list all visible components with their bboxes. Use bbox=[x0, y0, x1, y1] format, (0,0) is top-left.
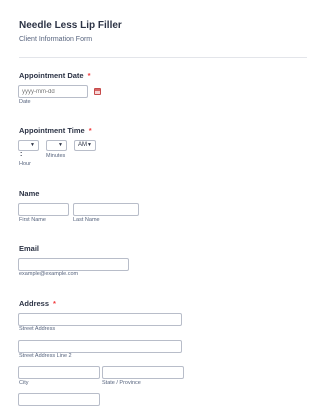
chevron-down-icon: ▼ bbox=[87, 142, 92, 148]
appointment-time-label: Appointment Time * bbox=[19, 126, 92, 135]
street-address-line2-input[interactable] bbox=[18, 340, 182, 353]
first-name-sublabel: First Name bbox=[19, 217, 46, 223]
calendar-icon[interactable] bbox=[94, 88, 101, 95]
state-sublabel: State / Province bbox=[102, 380, 141, 386]
header-divider bbox=[19, 57, 307, 58]
street-address-sublabel: Street Address bbox=[19, 326, 56, 332]
email-input[interactable] bbox=[18, 258, 129, 271]
state-input[interactable] bbox=[102, 366, 184, 379]
time-separator: : bbox=[20, 151, 23, 158]
city-input[interactable] bbox=[18, 366, 100, 379]
hour-sublabel: Hour bbox=[19, 161, 31, 167]
chevron-down-icon: ▼ bbox=[58, 142, 63, 148]
name-label: Name bbox=[19, 189, 40, 198]
required-asterisk: * bbox=[87, 71, 91, 80]
appointment-date-input[interactable] bbox=[18, 85, 88, 98]
address-label: Address * bbox=[19, 299, 56, 308]
ampm-select-value: AM bbox=[78, 142, 87, 148]
date-sublabel: Date bbox=[19, 99, 31, 105]
appointment-date-label: Appointment Date * bbox=[19, 71, 91, 80]
street-address-line2-sublabel: Street Address Line 2 bbox=[19, 353, 72, 359]
required-asterisk: * bbox=[88, 126, 92, 135]
first-name-input[interactable] bbox=[18, 203, 69, 216]
appointment-date-label-text: Appointment Date bbox=[19, 71, 84, 80]
required-asterisk: * bbox=[53, 299, 56, 308]
minutes-sublabel: Minutes bbox=[46, 153, 66, 159]
street-address-input[interactable] bbox=[18, 313, 182, 326]
last-name-sublabel: Last Name bbox=[73, 217, 100, 223]
form-title: Needle Less Lip Filler bbox=[19, 20, 122, 31]
appointment-time-label-text: Appointment Time bbox=[19, 126, 85, 135]
city-sublabel: City bbox=[19, 380, 29, 386]
last-name-input[interactable] bbox=[73, 203, 139, 216]
email-sublabel: example@example.com bbox=[19, 271, 79, 277]
form-subtitle: Client Information Form bbox=[19, 36, 93, 43]
ampm-select[interactable]: AM ▼ bbox=[74, 140, 96, 151]
address-label-text: Address bbox=[19, 299, 50, 308]
minutes-select[interactable]: ▼ bbox=[46, 140, 67, 151]
email-label: Email bbox=[19, 244, 40, 253]
hour-select[interactable]: ▼ bbox=[18, 140, 39, 151]
chevron-down-icon: ▼ bbox=[30, 142, 35, 148]
